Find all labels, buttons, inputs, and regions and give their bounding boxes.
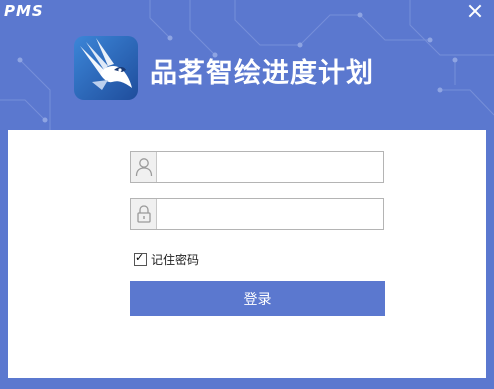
remember-password-option[interactable]: 记住密码: [134, 251, 199, 268]
login-panel: 记住密码 登录: [8, 130, 486, 378]
lock-icon: [131, 199, 157, 229]
app-title: 品茗智绘进度计划: [150, 58, 374, 89]
close-icon[interactable]: [468, 4, 482, 18]
bird-logo-icon: [74, 36, 138, 100]
user-icon: [131, 152, 157, 182]
username-field[interactable]: [130, 151, 384, 183]
login-window: PMS 品茗智绘进度计划 ✓ 记住密码 登录: [0, 0, 494, 389]
username-input[interactable]: [159, 155, 383, 181]
remember-password-checkbox[interactable]: [134, 251, 147, 266]
password-input[interactable]: [159, 202, 383, 228]
password-field[interactable]: [130, 198, 384, 230]
remember-password-label: 记住密码: [151, 253, 200, 267]
brand-label: PMS: [4, 2, 44, 20]
login-button[interactable]: 登录: [130, 281, 385, 316]
